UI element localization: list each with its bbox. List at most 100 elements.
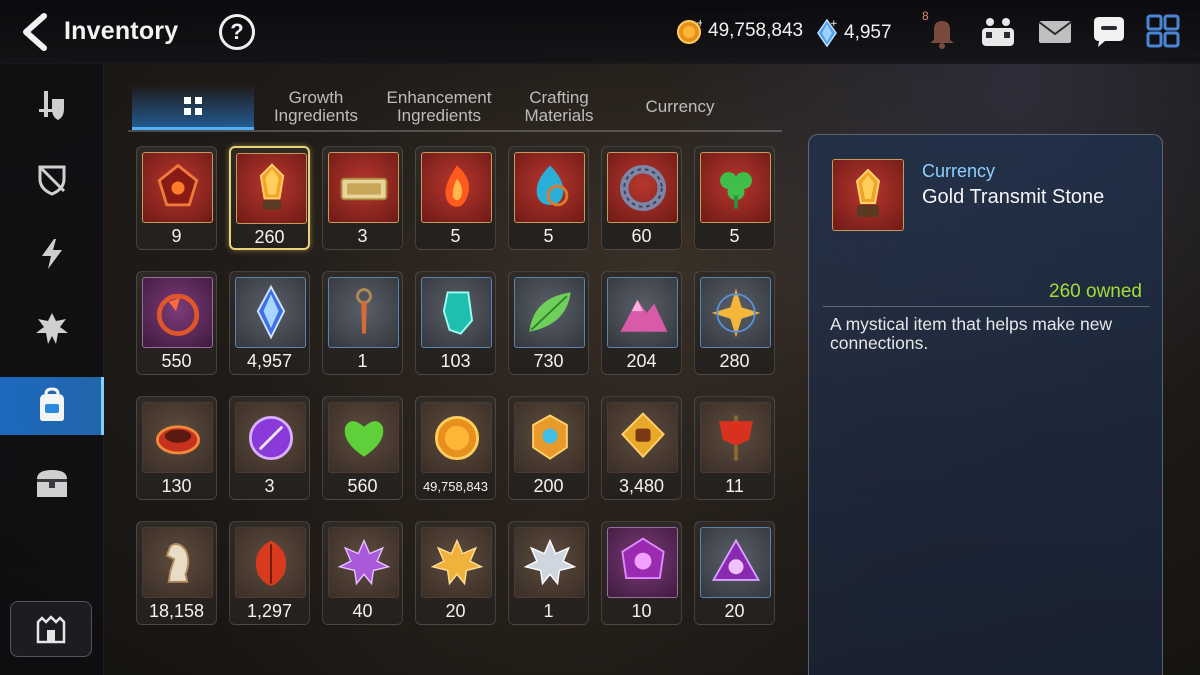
item-quantity: 3 <box>357 226 368 246</box>
inventory-item[interactable]: 40 <box>322 521 403 625</box>
inventory-item[interactable]: 60 <box>601 146 682 250</box>
inventory-item[interactable]: 11 <box>694 396 775 500</box>
help-button[interactable]: ? <box>219 14 255 50</box>
gold-lotus-icon <box>430 538 483 585</box>
gold-transmit-stone-icon <box>259 162 284 210</box>
item-image <box>607 402 678 473</box>
detail-category: Currency <box>922 161 996 181</box>
nav-unequipped[interactable] <box>0 150 104 208</box>
tab-enhancement-ingredients[interactable]: Enhancement Ingredients <box>378 84 500 130</box>
inventory-item[interactable]: 3 <box>229 396 310 500</box>
horse-figure-icon <box>165 542 189 583</box>
broken-shield-icon <box>38 165 66 196</box>
crystal-amount: 4,957 <box>844 22 892 43</box>
back-button[interactable] <box>18 12 52 52</box>
chevron-left-icon <box>23 13 47 51</box>
inventory-item[interactable]: 20 <box>415 521 496 625</box>
item-image <box>514 527 585 598</box>
item-image <box>421 277 492 348</box>
item-quantity: 5 <box>450 226 461 246</box>
item-quantity: 5 <box>543 226 554 246</box>
nav-artifacts[interactable] <box>0 300 104 358</box>
grid-icon <box>184 96 202 115</box>
tab-crafting-materials[interactable]: Crafting Materials <box>508 84 610 130</box>
inventory-item[interactable]: 550 <box>136 271 217 375</box>
item-image <box>607 277 678 348</box>
crystal-counter[interactable]: + 4,957 <box>816 18 892 48</box>
detail-divider <box>823 306 1150 307</box>
tab-label: Enhancement Ingredients <box>386 88 492 125</box>
inventory-item[interactable]: 730 <box>508 271 589 375</box>
mail-button[interactable] <box>1035 12 1075 52</box>
gold-amount: 49,758,843 <box>708 20 804 41</box>
gold-transmit-stone-icon <box>855 168 881 217</box>
inventory-item[interactable]: 49,758,843 <box>415 396 496 500</box>
crest-icon <box>36 313 68 344</box>
chat-icon <box>1094 17 1124 47</box>
item-image <box>514 402 585 473</box>
top-bar: Inventory ? + 49,758,843 + 4,957 8 <box>0 0 1200 64</box>
inventory-item[interactable]: 5 <box>415 146 496 250</box>
inventory-item[interactable]: 103 <box>415 271 496 375</box>
inventory-item[interactable]: 200 <box>508 396 589 500</box>
inventory-item[interactable]: 5 <box>508 146 589 250</box>
item-quantity: 4,957 <box>246 351 293 371</box>
inventory-item[interactable]: 3 <box>322 146 403 250</box>
item-image <box>142 152 213 223</box>
chat-button[interactable] <box>1089 12 1129 52</box>
mail-icon <box>1038 21 1072 43</box>
tab-currency[interactable]: Currency <box>624 84 736 130</box>
inventory-item[interactable]: 3,480 <box>601 396 682 500</box>
item-image <box>421 527 492 598</box>
inventory-item[interactable]: 130 <box>136 396 217 500</box>
notification-button[interactable]: 8 <box>922 9 962 52</box>
moon-amulet-icon <box>156 293 199 336</box>
bag-icon <box>40 387 64 421</box>
nav-skills[interactable] <box>0 225 104 283</box>
moon-gem-icon <box>620 537 665 579</box>
tab-label: Currency <box>645 97 715 116</box>
item-quantity: 18,158 <box>148 601 205 621</box>
inventory-item[interactable]: 18,158 <box>136 521 217 625</box>
gold-coin-icon <box>434 415 479 460</box>
item-image <box>235 402 306 473</box>
item-image <box>514 152 585 223</box>
item-quantity: 550 <box>161 351 192 371</box>
inventory-item[interactable]: 4,957 <box>229 271 310 375</box>
item-image <box>235 277 306 348</box>
item-image <box>142 527 213 598</box>
item-image <box>607 527 678 598</box>
tab-all[interactable] <box>132 84 254 130</box>
item-quantity: 9 <box>171 226 182 246</box>
inventory-item[interactable]: 5 <box>694 146 775 250</box>
inventory-item[interactable]: 10 <box>601 521 682 625</box>
inventory-item[interactable]: 9 <box>136 146 217 250</box>
team-button[interactable] <box>978 12 1018 52</box>
inventory-item[interactable]: 560 <box>322 396 403 500</box>
nav-materials[interactable] <box>0 377 104 435</box>
item-image <box>142 402 213 473</box>
nav-equipment[interactable] <box>0 76 104 134</box>
inventory-item[interactable]: 1 <box>508 521 589 625</box>
inventory-item[interactable]: 280 <box>694 271 775 375</box>
item-quantity: 730 <box>533 351 564 371</box>
inventory-item[interactable]: 1,297 <box>229 521 310 625</box>
teal-crystal-icon <box>442 290 473 335</box>
inventory-item[interactable]: 1 <box>322 271 403 375</box>
purple-badge-icon <box>248 415 293 460</box>
nav-chests[interactable] <box>0 454 104 512</box>
item-quantity: 60 <box>631 226 652 246</box>
moon-triangle-icon <box>711 538 760 581</box>
menu-button[interactable] <box>1144 12 1184 52</box>
tab-label: Growth Ingredients <box>273 88 359 125</box>
inventory-item[interactable]: 260 <box>229 146 310 250</box>
gold-emblem-icon <box>531 413 568 460</box>
inventory-item[interactable]: 20 <box>694 521 775 625</box>
star-charm-icon <box>711 288 760 337</box>
tab-growth-ingredients[interactable]: Growth Ingredients <box>260 84 372 130</box>
inventory-item[interactable]: 204 <box>601 271 682 375</box>
item-image <box>421 152 492 223</box>
home-button[interactable] <box>10 601 92 657</box>
item-quantity: 1 <box>543 601 554 621</box>
gold-counter[interactable]: + 49,758,843 <box>676 18 803 44</box>
